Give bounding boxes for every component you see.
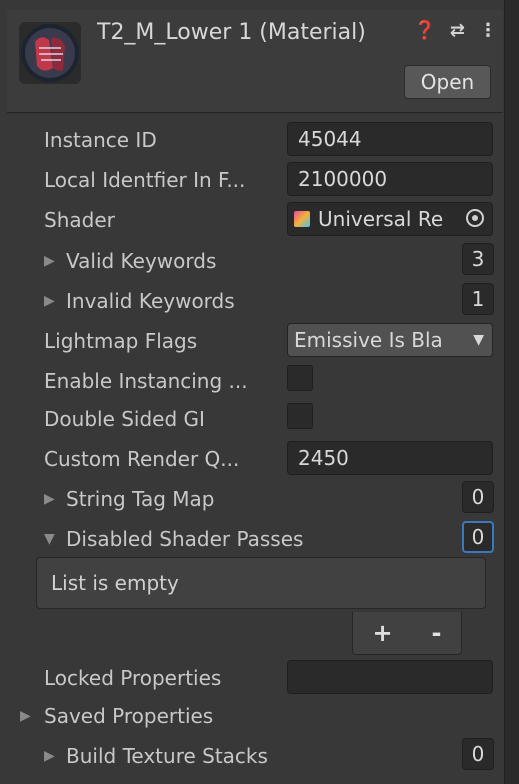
saved-properties-label: Saved Properties — [44, 704, 214, 728]
custom-render-queue-field[interactable]: 2450 — [287, 441, 493, 475]
list-empty-text: List is empty — [51, 571, 179, 595]
instance-id-label: Instance ID — [44, 128, 157, 152]
disabled-shader-passes-label: Disabled Shader Passes — [66, 527, 304, 551]
saved-properties-row[interactable]: ▶ Saved Properties — [20, 698, 494, 734]
enable-instancing-label: Enable Instancing ... — [44, 369, 248, 393]
shader-label: Shader — [44, 208, 115, 232]
valid-keywords-row[interactable]: ▶ Valid Keywords 3 — [44, 243, 494, 279]
string-tag-map-row[interactable]: ▶ String Tag Map 0 — [44, 481, 494, 517]
collapse-arrow-icon[interactable]: ▼ — [44, 531, 55, 547]
custom-render-queue-label: Custom Render Q... — [44, 447, 240, 471]
expand-arrow-icon[interactable]: ▶ — [44, 491, 55, 507]
expand-arrow-icon[interactable]: ▶ — [44, 748, 55, 764]
disabled-shader-passes-count[interactable]: 0 — [462, 521, 494, 553]
lightmap-flags-dropdown[interactable]: Emissive Is Bla ▼ — [287, 323, 493, 357]
build-texture-stacks-row[interactable]: ▶ Build Texture Stacks 0 — [44, 738, 494, 774]
string-tag-map-count[interactable]: 0 — [462, 481, 494, 513]
expand-arrow-icon[interactable]: ▶ — [20, 708, 31, 724]
valid-keywords-count[interactable]: 3 — [462, 243, 494, 275]
shader-row: Shader Universal Re — [44, 202, 494, 238]
double-sided-gi-row: Double Sided GI — [44, 401, 494, 437]
build-texture-stacks-count[interactable]: 0 — [462, 738, 494, 770]
shader-field[interactable]: Universal Re — [287, 202, 493, 236]
disabled-shader-passes-row[interactable]: ▼ Disabled Shader Passes 0 — [44, 521, 494, 557]
locked-properties-row: Locked Properties — [44, 660, 494, 696]
shader-asset-icon — [294, 211, 310, 227]
more-menu-icon[interactable]: ⋮ — [479, 20, 497, 41]
instance-id-row: Instance ID 45044 — [44, 122, 494, 158]
lightmap-flags-label: Lightmap Flags — [44, 329, 198, 353]
enable-instancing-checkbox[interactable] — [287, 365, 313, 391]
build-texture-stacks-label: Build Texture Stacks — [66, 744, 268, 768]
invalid-keywords-row[interactable]: ▶ Invalid Keywords 1 — [44, 283, 494, 319]
material-thumbnail — [19, 22, 81, 84]
lightmap-flags-row: Lightmap Flags Emissive Is Bla ▼ — [44, 323, 494, 359]
open-button[interactable]: Open — [404, 65, 491, 99]
chevron-down-icon: ▼ — [473, 332, 484, 348]
expand-arrow-icon[interactable]: ▶ — [44, 253, 55, 269]
local-identifier-row: Local Identfier In F... 2100000 — [44, 162, 494, 198]
enable-instancing-row: Enable Instancing ... — [44, 363, 494, 399]
remove-element-button[interactable]: - — [432, 619, 442, 647]
locked-properties-field[interactable] — [287, 660, 493, 694]
material-title: T2_M_Lower 1 (Material) — [97, 20, 366, 45]
expand-arrow-icon[interactable]: ▶ — [44, 293, 55, 309]
empty-list-box: List is empty — [36, 557, 486, 609]
locked-properties-label: Locked Properties — [44, 666, 222, 690]
invalid-keywords-count[interactable]: 1 — [462, 283, 494, 315]
scrollbar[interactable] — [504, 0, 519, 784]
add-element-button[interactable]: + — [372, 619, 392, 647]
valid-keywords-label: Valid Keywords — [66, 249, 217, 273]
list-controls: + - — [352, 612, 462, 655]
preset-icon[interactable]: ⇄ — [450, 20, 465, 41]
double-sided-gi-label: Double Sided GI — [44, 407, 205, 431]
local-identifier-label: Local Identfier In F... — [44, 168, 246, 192]
custom-render-queue-row: Custom Render Q... 2450 — [44, 441, 494, 477]
instance-id-field[interactable]: 45044 — [287, 122, 493, 156]
string-tag-map-label: String Tag Map — [66, 487, 215, 511]
invalid-keywords-label: Invalid Keywords — [66, 289, 235, 313]
local-identifier-field[interactable]: 2100000 — [287, 162, 493, 196]
double-sided-gi-checkbox[interactable] — [287, 403, 313, 429]
inspector-header: T2_M_Lower 1 (Material) ❓ ⇄ ⋮ Open — [7, 10, 503, 113]
lightmap-flags-value: Emissive Is Bla — [294, 328, 443, 352]
help-icon[interactable]: ❓ — [413, 20, 435, 41]
object-picker-icon[interactable] — [466, 209, 484, 227]
shader-value: Universal Re — [318, 207, 444, 231]
